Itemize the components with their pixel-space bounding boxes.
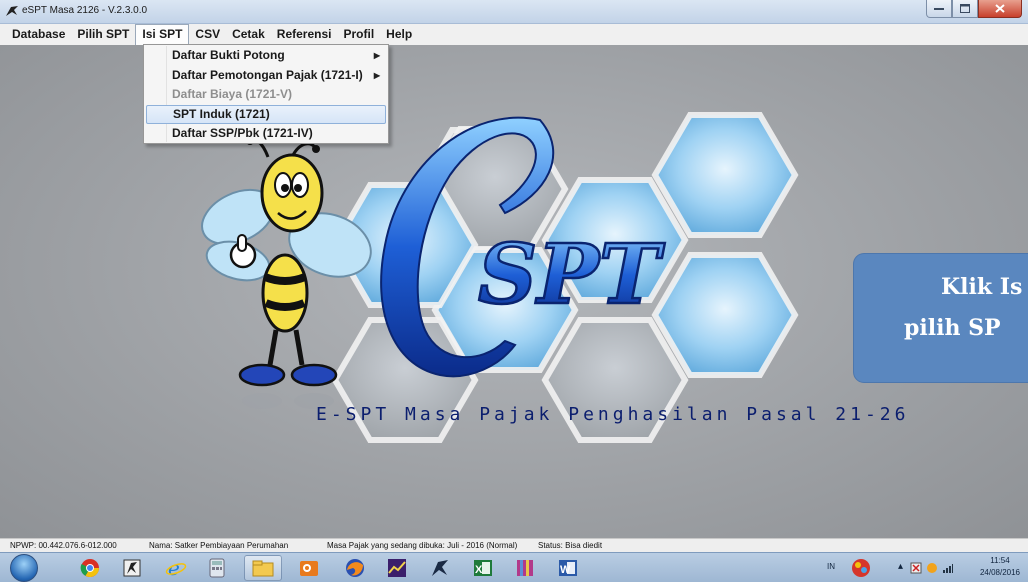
menu-item-label: Daftar Bukti Potong [172,48,285,62]
spt-logo-text: SPT [478,227,665,323]
outlook-icon[interactable] [290,555,328,581]
menu-item-label: SPT Induk (1721) [173,106,270,121]
hexagon-shape [651,112,799,238]
internet-explorer-icon[interactable]: e [157,555,195,581]
menu-referensi[interactable]: Referensi [271,24,338,45]
word-icon[interactable]: W [549,555,587,581]
menu-database[interactable]: Database [6,24,71,45]
stock-chart-app-icon[interactable] [378,555,416,581]
espt-shortcut-icon[interactable] [421,555,459,581]
menu-spt-induk[interactable]: SPT Induk (1721) [146,104,386,124]
window-title: eSPT Masa 2126 - V.2.3.0.0 [22,5,148,16]
menu-daftar-ssp-pbk[interactable]: Daftar SSP/Pbk (1721-IV) [146,124,386,144]
menu-daftar-biaya: Daftar Biaya (1721-V) [146,85,386,105]
callout-line-1: Klik Is [941,274,1023,300]
submenu-arrow-icon: ▶ [373,70,380,80]
menu-profil[interactable]: Profil [337,24,380,45]
menu-isi-spt[interactable]: Isi SPT [135,24,190,45]
splash-tagline: E-SPT Masa Pajak Penghasilan Pasal 21-26 [316,404,909,425]
instruction-callout: Klik Is pilih SP [854,254,1028,382]
close-icon [995,4,1005,13]
excel-icon[interactable]: X [464,555,502,581]
status-masa-pajak: Masa Pajak yang sedang dibuka: Juli - 20… [327,541,518,550]
title-bar: eSPT Masa 2126 - V.2.3.0.0 [0,0,1028,24]
menu-pilih-spt[interactable]: Pilih SPT [71,24,135,45]
minimize-button[interactable] [926,0,952,18]
language-indicator[interactable]: IN [824,562,838,571]
firefox-icon[interactable] [336,555,374,581]
espt-taskbar-icon[interactable] [113,555,151,581]
menu-daftar-bukti-potong[interactable]: Daftar Bukti Potong ▶ [146,46,386,66]
status-edit-state: Status: Bisa diedit [538,541,603,550]
app-icon [6,6,18,16]
menu-item-label: Daftar Biaya (1721-V) [172,87,293,101]
antivirus-tray-icon[interactable] [845,555,877,581]
chrome-icon[interactable] [71,555,109,581]
status-nama: Nama: Satker Pembiayaan Perumahan [149,541,289,550]
maximize-icon [960,4,970,13]
status-bar: NPWP: 00.442.076.6-012.000 Nama: Satker … [0,538,1028,552]
network-tray-icon[interactable] [924,555,940,581]
clock-date[interactable]: 24/08/2016 [979,568,1021,577]
taskbar: e X W IN ▴ 11:54 24/08/2016 [0,552,1028,582]
menu-item-label: Daftar Pemotongan Pajak (1721-I) [172,67,363,82]
menu-bar: Database Pilih SPT Isi SPT CSV Cetak Ref… [0,24,1028,45]
signal-strength-icon[interactable] [940,555,956,581]
window-controls [926,0,1022,18]
start-button[interactable] [10,554,38,582]
calculator-icon[interactable] [198,555,236,581]
isi-spt-dropdown: Daftar Bukti Potong ▶ Daftar Pemotongan … [143,44,389,144]
callout-line-2: pilih SP [904,315,1001,341]
winrar-icon[interactable] [506,555,544,581]
show-hidden-icons[interactable]: ▴ [898,561,903,572]
menu-cetak[interactable]: Cetak [226,24,271,45]
clock-time[interactable]: 11:54 [983,556,1017,565]
svg-text:W: W [560,564,571,576]
submenu-arrow-icon: ▶ [373,51,380,60]
minimize-icon [934,7,944,10]
hexagon-shape [651,252,799,378]
menu-help[interactable]: Help [380,24,418,45]
action-center-icon[interactable] [908,555,924,581]
close-button[interactable] [978,0,1022,18]
menu-item-label: Daftar SSP/Pbk (1721-IV) [172,126,313,140]
menu-daftar-pemotongan-pajak[interactable]: Daftar Pemotongan Pajak (1721-I) ▶ [146,66,386,86]
menu-csv[interactable]: CSV [189,24,226,45]
file-explorer-icon[interactable] [244,555,282,581]
status-npwp: NPWP: 00.442.076.6-012.000 [10,541,117,550]
svg-text:X: X [475,564,483,576]
maximize-button[interactable] [952,0,978,18]
